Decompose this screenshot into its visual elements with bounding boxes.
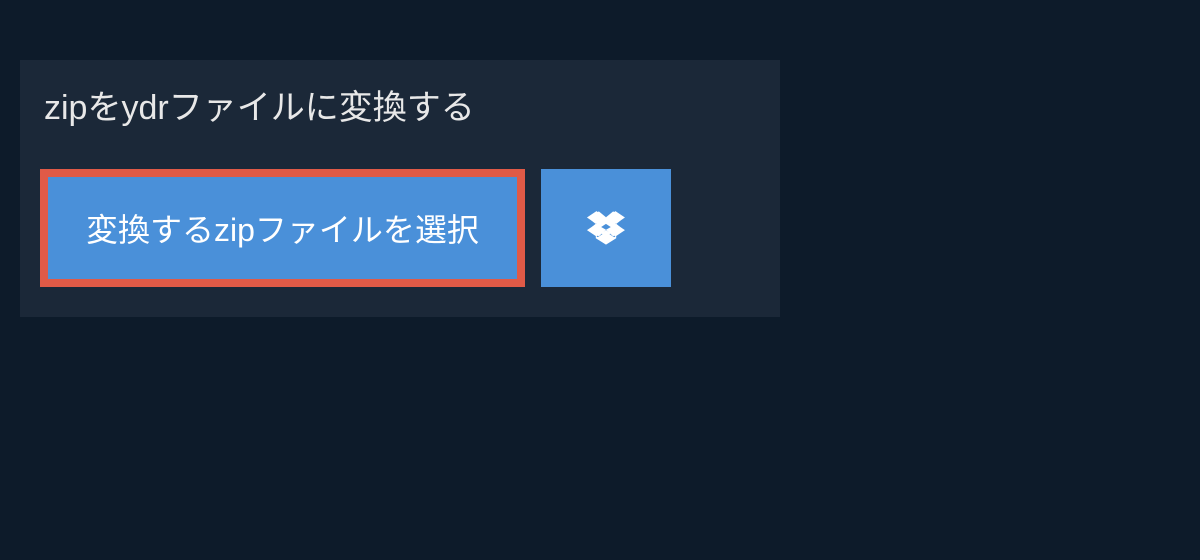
dropbox-button[interactable] [541, 169, 671, 287]
select-file-button[interactable]: 変換するzipファイルを選択 [40, 169, 525, 287]
page-title: zipをydrファイルに変換する [40, 80, 760, 129]
dropbox-icon [586, 208, 626, 248]
button-row: 変換するzipファイルを選択 [40, 169, 760, 287]
select-file-label: 変換するzipファイルを選択 [86, 205, 479, 251]
converter-panel: zipをydrファイルに変換する 変換するzipファイルを選択 [20, 60, 780, 317]
